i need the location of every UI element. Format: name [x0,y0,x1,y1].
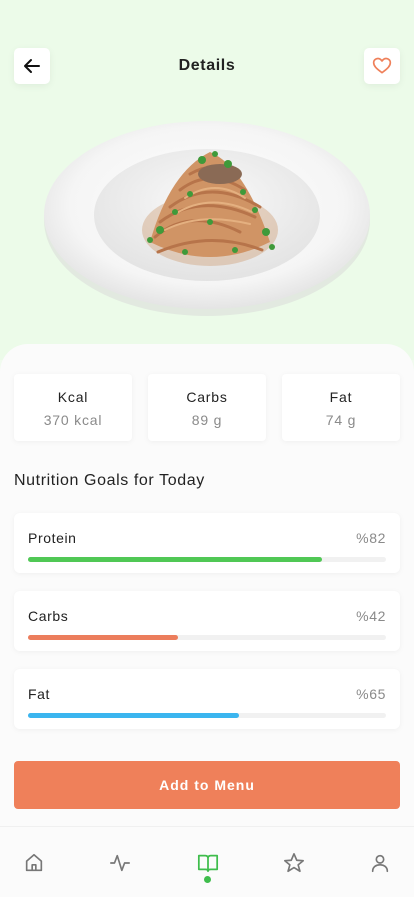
progress-track [28,713,386,718]
stat-label: Kcal [57,389,89,405]
stat-label: Carbs [186,389,228,405]
goals-title: Nutrition Goals for Today [14,472,205,489]
stat-label: Fat [329,389,353,405]
stat-value: 74 g [325,412,357,428]
goal-card-fat: Fat %65 [14,669,400,729]
goal-card-carbs: Carbs %42 [14,591,400,651]
nav-home[interactable] [22,851,46,875]
bottom-nav [0,826,414,897]
goal-percent: %42 [356,608,386,624]
nav-favorites[interactable] [282,851,306,875]
nav-recipes[interactable] [196,851,220,875]
heart-icon [372,57,392,74]
goal-name: Fat [28,686,51,702]
stat-value: 370 kcal [43,412,103,428]
stat-card-fat: Fat 74 g [282,374,400,441]
home-icon [25,853,43,872]
progress-track [28,635,386,640]
progress-track [28,557,386,562]
goal-percent: %65 [356,686,386,702]
activity-icon [110,854,130,872]
goal-percent: %82 [356,530,386,546]
book-icon [197,854,219,873]
page-title: Details [178,57,236,74]
active-indicator [204,876,211,883]
user-icon [371,854,389,873]
goal-name: Protein [28,530,77,546]
nav-profile[interactable] [368,851,392,875]
nav-activity[interactable] [108,851,132,875]
goal-name: Carbs [28,608,69,624]
food-image [40,112,374,318]
star-icon [284,853,304,873]
add-to-menu-button[interactable]: Add to Menu [14,761,400,809]
favorite-button[interactable] [364,48,400,84]
stat-value: 89 g [191,412,223,428]
goal-card-protein: Protein %82 [14,513,400,573]
progress-fill [28,635,179,640]
stat-card-carbs: Carbs 89 g [148,374,266,441]
progress-fill [28,557,322,562]
stat-card-kcal: Kcal 370 kcal [14,374,132,441]
progress-fill [28,713,240,718]
